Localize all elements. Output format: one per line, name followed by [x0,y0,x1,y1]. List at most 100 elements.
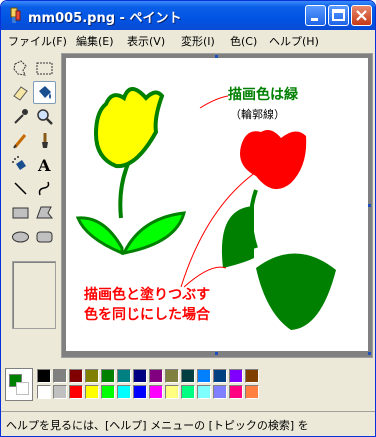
tool-rect-select[interactable] [33,57,56,80]
curve-icon [38,181,50,196]
svg-text:A: A [37,156,51,175]
rounded-rectangle-icon [36,231,53,243]
resize-handle-right[interactable] [368,204,371,207]
palette-swatch[interactable] [181,369,195,383]
window-title: mm005.png - ペイント [28,11,182,26]
pencil-icon [13,134,27,149]
palette-swatch[interactable] [165,385,179,399]
tool-eraser[interactable] [9,81,32,104]
palette-swatch[interactable] [101,385,115,399]
tool-text[interactable]: A [33,153,56,176]
line-icon [14,182,27,195]
palette-swatch[interactable] [229,369,243,383]
paint-bucket-icon [39,86,51,99]
palette-swatch[interactable] [197,369,211,383]
label-outline-color: 描画色は緑 [228,87,298,103]
label-fill-line2: 色を同じにした場合 [84,307,210,323]
tool-fill[interactable] [33,81,56,104]
palette-swatch[interactable] [37,369,51,383]
status-text: ヘルプを見るには、[ヘルプ] メニューの [トピックの検索] を [6,419,309,432]
free-select-icon [13,60,27,76]
palette-swatch[interactable] [117,385,131,399]
ellipse-icon [12,231,29,243]
palette-swatch[interactable] [149,369,163,383]
tool-color-picker[interactable] [9,105,32,128]
callout-line-3 [199,95,229,109]
palette-swatch[interactable] [229,385,243,399]
rectangle-icon [12,207,29,219]
tool-polygon[interactable] [33,201,56,224]
palette-swatch[interactable] [245,385,259,399]
resize-handle-corner[interactable] [368,352,371,355]
title-bar[interactable]: mm005.png - ペイント [1,1,375,30]
palette-swatch[interactable] [197,385,211,399]
palette-swatch[interactable] [53,369,67,383]
dark-leaf-left [221,206,254,268]
status-bar: ヘルプを見るには、[ヘルプ] メニューの [トピックの検索] を [1,411,375,436]
tool-airbrush[interactable] [9,153,32,176]
tool-line[interactable] [9,177,32,200]
menu-color[interactable]: 色(C) [230,33,257,49]
palette-swatch[interactable] [133,369,147,383]
background-color [16,382,29,395]
label-fill-line1: 描画色と塗りつぶす [84,287,211,303]
tool-magnifier[interactable] [33,105,56,128]
tool-rounded-rect[interactable] [33,225,56,248]
tool-rectangle[interactable] [9,201,32,224]
resize-handle-bottom[interactable] [215,352,218,355]
tool-brush[interactable] [33,129,56,152]
palette-swatch[interactable] [149,385,163,399]
palette-swatch[interactable] [101,369,115,383]
menu-help[interactable]: ヘルプ(H) [269,33,319,49]
polygon-icon [36,206,54,219]
resize-handle-top[interactable] [215,55,218,58]
eyedropper-icon [14,109,28,124]
canvas-area: 描画色は緑 （輪郭線） 描画色と塗りつぶす 色を同じにした場合 [61,53,373,358]
text-icon: A [37,156,51,175]
yellow-tulip-stem [118,163,130,219]
palette-swatch[interactable] [85,385,99,399]
right-leaf [121,211,187,256]
airbrush-icon [12,156,26,170]
tool-ellipse[interactable] [9,225,32,248]
maximize-button[interactable] [328,5,349,26]
tool-free-select[interactable] [9,57,32,80]
color-palette-bar [1,361,375,411]
menu-bar: ファイル(F) 編集(E) 表示(V) 変形(I) 色(C) ヘルプ(H) [1,30,375,50]
palette-swatch[interactable] [85,369,99,383]
close-button[interactable] [351,5,372,26]
dark-leaf-right [256,253,336,330]
eraser-icon [13,86,28,101]
palette-swatch[interactable] [165,369,179,383]
palette-swatch[interactable] [213,369,227,383]
current-colors[interactable] [5,368,33,401]
menu-transform[interactable]: 変形(I) [181,33,215,49]
paint-app-icon [10,7,21,23]
palette-swatch[interactable] [245,369,259,383]
menu-view[interactable]: 表示(V) [127,33,165,49]
rect-select-icon [36,62,53,75]
label-outline-sub: （輪郭線） [230,108,285,121]
palette-swatch[interactable] [133,385,147,399]
menu-file[interactable]: ファイル(F) [8,33,67,49]
toolbox: A [5,53,61,358]
palette-swatch[interactable] [37,385,51,399]
tool-pencil[interactable] [9,129,32,152]
palette-swatch[interactable] [117,369,131,383]
palette-swatch[interactable] [69,369,83,383]
palette-swatch[interactable] [53,385,67,399]
maximize-icon [332,9,345,21]
brush-icon [42,133,48,148]
left-leaf [75,216,124,256]
yellow-tulip-head [93,87,165,169]
palette-swatch[interactable] [213,385,227,399]
palette-swatch[interactable] [69,385,83,399]
minimize-button[interactable] [305,5,326,26]
tool-curve[interactable] [33,177,56,200]
close-icon [356,10,367,21]
palette-swatch[interactable] [181,385,195,399]
tool-options-box[interactable] [12,261,56,329]
drawing-canvas[interactable]: 描画色は緑 （輪郭線） 描画色と塗りつぶす 色を同じにした場合 [66,58,368,351]
minimize-icon [311,18,318,21]
menu-edit[interactable]: 編集(E) [76,33,114,49]
